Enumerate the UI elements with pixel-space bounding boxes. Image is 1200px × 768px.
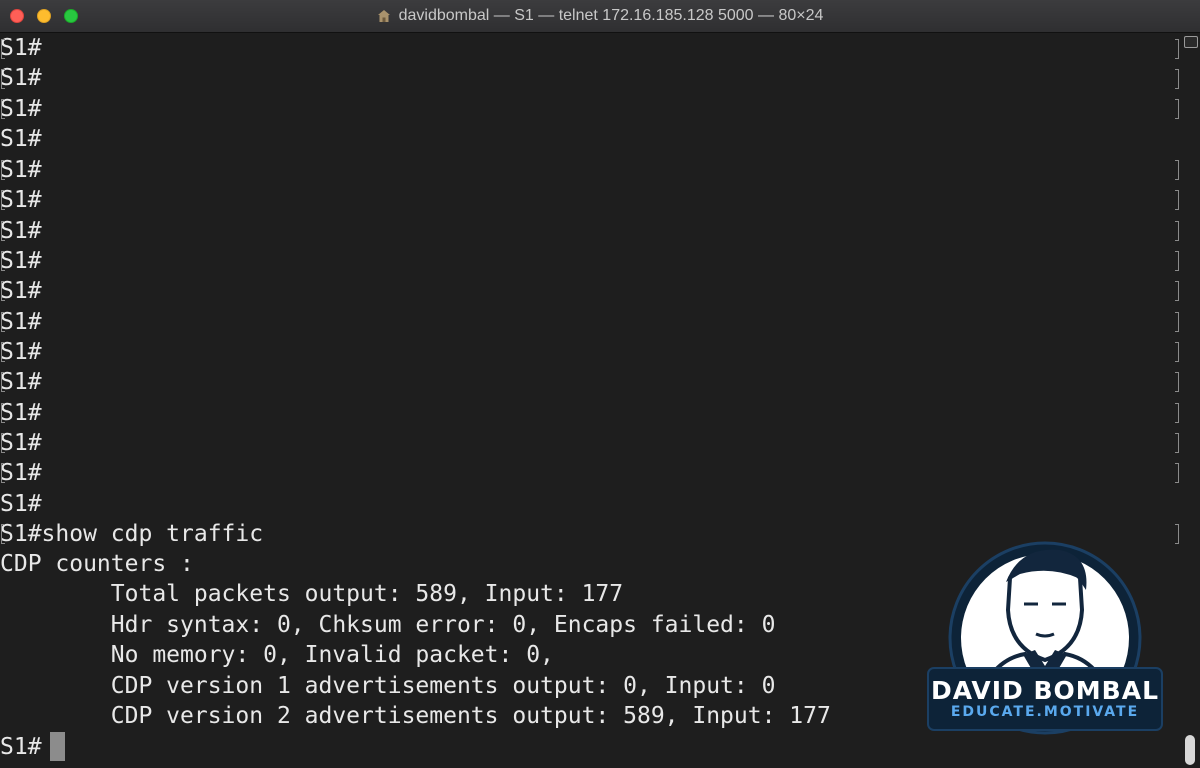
mark-bracket	[1, 463, 5, 483]
text-cursor	[50, 732, 65, 761]
mark-bracket	[1175, 342, 1179, 362]
terminal-line: CDP counters :	[0, 551, 194, 577]
terminal-line: S1#	[0, 734, 42, 760]
mark-bracket	[1, 342, 5, 362]
mark-bracket	[1, 403, 5, 423]
mark-bracket	[1175, 281, 1179, 301]
terminal-line: S1#	[0, 309, 42, 335]
terminal-line: S1#	[0, 157, 42, 183]
terminal-line: S1#	[0, 460, 42, 486]
terminal-line: Total packets output: 589, Input: 177	[0, 581, 624, 607]
terminal-line: S1#	[0, 187, 42, 213]
david-bombal-logo	[927, 541, 1163, 735]
terminal-line: S1#	[0, 126, 42, 152]
window-title: davidbombal — S1 — telnet 172.16.185.128…	[398, 7, 824, 24]
terminal-line: S1#	[0, 65, 42, 91]
mark-bracket	[1, 524, 5, 544]
scrollbar-thumb[interactable]	[1185, 735, 1195, 765]
mark-bracket	[1175, 524, 1179, 544]
mark-bracket	[1175, 190, 1179, 210]
scrollbar[interactable]	[1180, 33, 1200, 768]
mark-bracket	[1175, 69, 1179, 89]
terminal-line: S1#	[0, 430, 42, 456]
home-folder-icon	[377, 10, 390, 22]
terminal-line: No memory: 0, Invalid packet: 0,	[0, 642, 554, 668]
terminal-line: S1#	[0, 248, 42, 274]
terminal-line: S1#	[0, 278, 42, 304]
mark-bracket	[1, 251, 5, 271]
mark-bracket	[1175, 403, 1179, 423]
mark-bracket	[1, 221, 5, 241]
terminal-line: S1#	[0, 400, 42, 426]
scroll-up-icon[interactable]	[1184, 36, 1198, 48]
terminal-line: Hdr syntax: 0, Chksum error: 0, Encaps f…	[0, 612, 776, 638]
logo-tagline: EDUCATE.MOTIVATE	[950, 704, 1140, 720]
mark-bracket	[1, 372, 5, 392]
mark-bracket	[1, 160, 5, 180]
mark-bracket	[1175, 160, 1179, 180]
terminal-line: S1#show cdp traffic	[0, 521, 264, 547]
terminal-line: S1#	[0, 96, 42, 122]
mark-bracket	[1175, 372, 1179, 392]
terminal-line: CDP version 1 advertisements output: 0, …	[0, 673, 776, 699]
terminal-line: S1#	[0, 491, 42, 517]
mark-bracket	[1175, 221, 1179, 241]
terminal-line: S1#	[0, 218, 42, 244]
window-title-container: davidbombal — S1 — telnet 172.16.185.128…	[0, 0, 1200, 32]
logo-name: DAVID BOMBAL	[930, 676, 1160, 705]
mark-bracket	[1, 281, 5, 301]
terminal-line: S1#	[0, 35, 42, 61]
terminal-window: davidbombal — S1 — telnet 172.16.185.128…	[0, 0, 1200, 768]
terminal-line: S1#	[0, 369, 42, 395]
terminal-line: S1#	[0, 339, 42, 365]
mark-bracket	[1, 433, 5, 453]
mark-bracket	[1175, 463, 1179, 483]
mark-bracket	[1175, 433, 1179, 453]
mark-bracket	[1, 99, 5, 119]
mark-bracket	[1175, 99, 1179, 119]
mark-bracket	[1, 312, 5, 332]
terminal-line: CDP version 2 advertisements output: 589…	[0, 703, 831, 729]
mark-bracket	[1, 39, 5, 59]
mark-bracket	[1175, 251, 1179, 271]
mark-bracket	[1175, 312, 1179, 332]
mark-bracket	[1, 69, 5, 89]
mark-bracket	[1175, 39, 1179, 59]
mark-bracket	[1, 190, 5, 210]
title-bar[interactable]: davidbombal — S1 — telnet 172.16.185.128…	[0, 0, 1200, 33]
